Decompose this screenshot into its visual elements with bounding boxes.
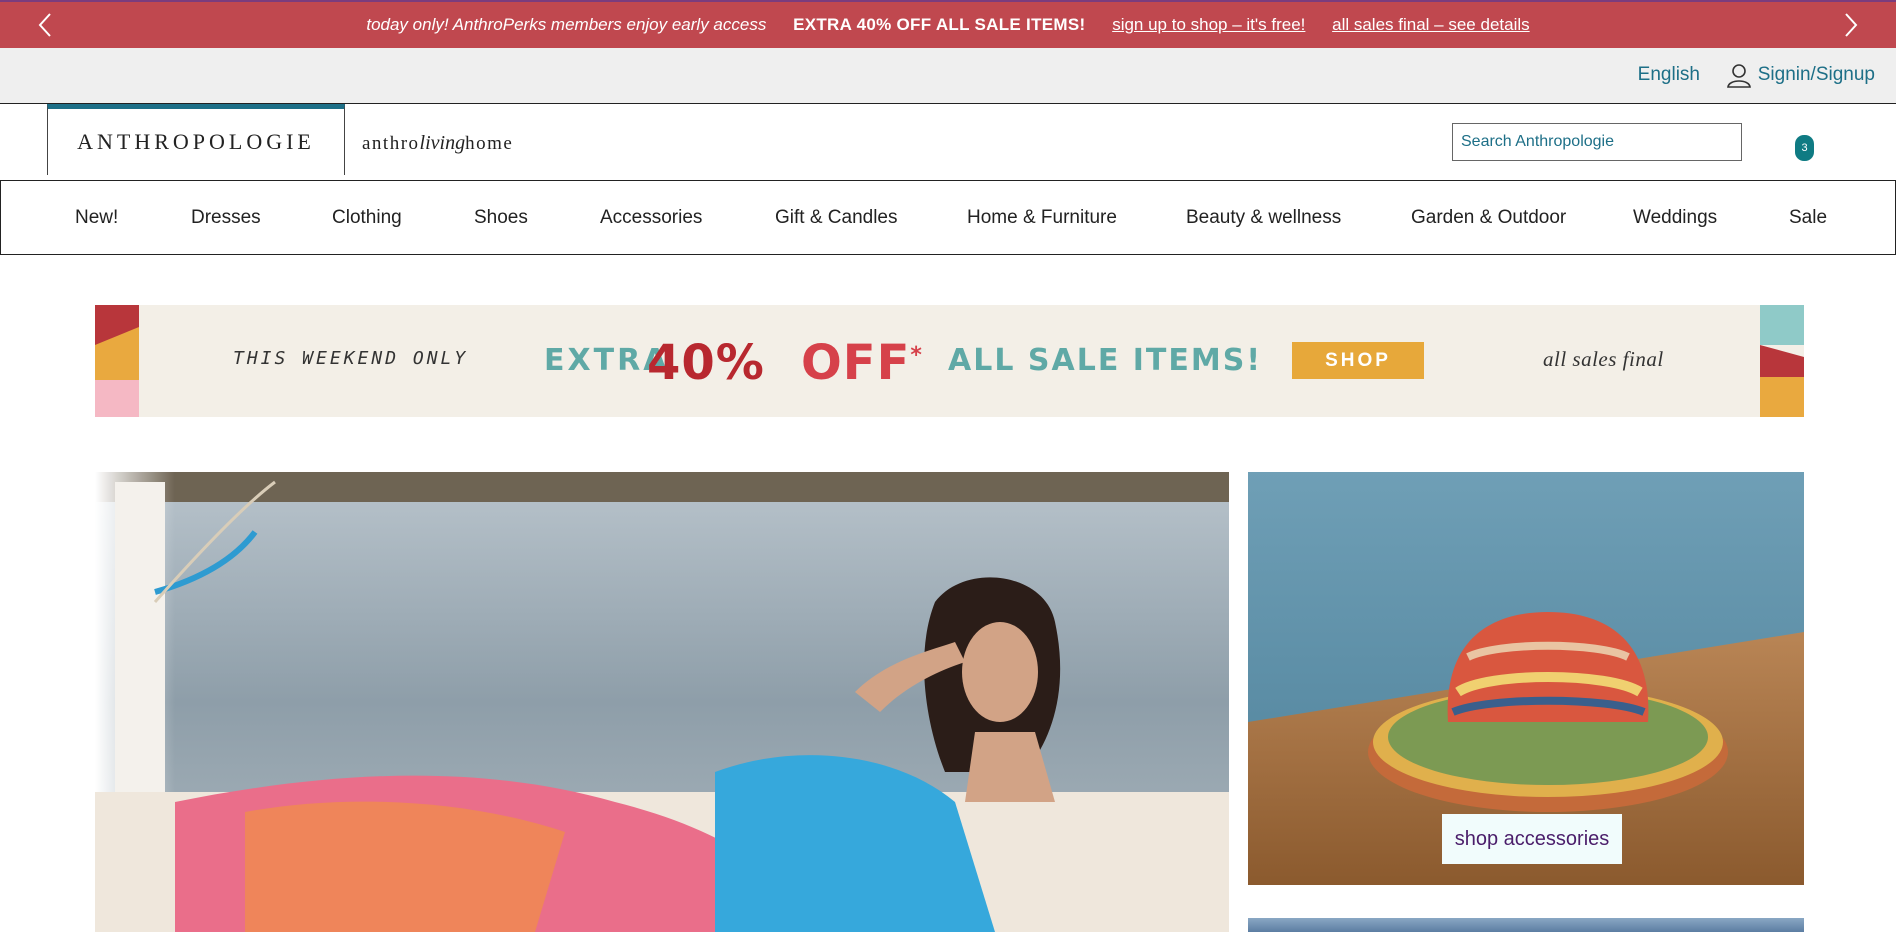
banner-all-sale-text: ALL SALE ITEMS! (948, 343, 1263, 378)
signin-label: Signin/Signup (1757, 64, 1875, 85)
cart-count-badge[interactable]: 3 (1795, 135, 1814, 161)
nav-item-home-furniture[interactable]: Home & Furniture (967, 207, 1117, 229)
main-nav: New! Dresses Clothing Shoes Accessories … (0, 180, 1896, 255)
banner-final-text: all sales final (1543, 347, 1664, 371)
promo-next-button[interactable] (1836, 10, 1866, 40)
banner-off-word: OFF (801, 335, 911, 391)
hero-photo-woman-on-boat (95, 472, 1229, 932)
nav-item-beauty-wellness[interactable]: Beauty & wellness (1186, 207, 1341, 229)
sale-banner[interactable]: THIS WEEKEND ONLY EXTRA 40% OFF* ALL SAL… (95, 305, 1804, 417)
site-header: ANTHROPOLOGIE anthrolivinghome (0, 104, 1896, 180)
banner-shop-button[interactable]: SHOP (1292, 342, 1424, 379)
nav-item-garden-outdoor[interactable]: Garden & Outdoor (1411, 207, 1566, 229)
banner-decoration-left (95, 305, 139, 417)
banner-weekend-text: THIS WEEKEND ONLY (233, 348, 469, 369)
promo-details-link[interactable]: all sales final – see details (1332, 15, 1530, 35)
nav-item-sale[interactable]: Sale (1789, 207, 1827, 229)
promo-perks-message: today only! AnthroPerks members enjoy ea… (366, 15, 767, 34)
living-logo-left: anthro (362, 133, 420, 154)
banner-off-text: OFF* (801, 335, 923, 391)
banner-decoration-right (1760, 305, 1804, 417)
anthropologie-logo[interactable]: ANTHROPOLOGIE (47, 104, 345, 175)
utility-bar: English Signin/Signup (0, 48, 1896, 104)
shop-accessories-button[interactable]: shop accessories (1442, 814, 1622, 864)
nav-item-gift-candles[interactable]: Gift & Candles (775, 207, 898, 229)
hero-image-dress[interactable] (95, 472, 1229, 932)
promo-bar: today only! AnthroPerks members enjoy ea… (0, 0, 1896, 48)
living-logo-script: living (419, 132, 466, 154)
banner-percent-text: 40% (647, 335, 765, 391)
hero-image-secondary[interactable] (1248, 918, 1804, 932)
nav-item-weddings[interactable]: Weddings (1633, 207, 1717, 229)
search-input[interactable] (1452, 123, 1742, 161)
nav-item-accessories[interactable]: Accessories (600, 207, 702, 229)
nav-item-dresses[interactable]: Dresses (191, 207, 261, 229)
user-icon (1726, 64, 1751, 88)
living-logo-right: home (465, 133, 514, 154)
nav-item-clothing[interactable]: Clothing (332, 207, 402, 229)
promo-sale-message: EXTRA 40% OFF ALL SALE ITEMS! (793, 15, 1086, 34)
anthroliving-logo[interactable]: anthrolivinghome (362, 132, 513, 155)
signin-link[interactable]: Signin/Signup (1726, 62, 1875, 88)
nav-item-shoes[interactable]: Shoes (474, 207, 528, 229)
chevron-right-icon (1845, 13, 1858, 37)
language-selector[interactable]: English (1638, 64, 1700, 86)
promo-signup-link[interactable]: sign up to shop – it's free! (1112, 15, 1305, 35)
nav-item-new[interactable]: New! (75, 207, 118, 229)
banner-asterisk: * (910, 343, 923, 368)
